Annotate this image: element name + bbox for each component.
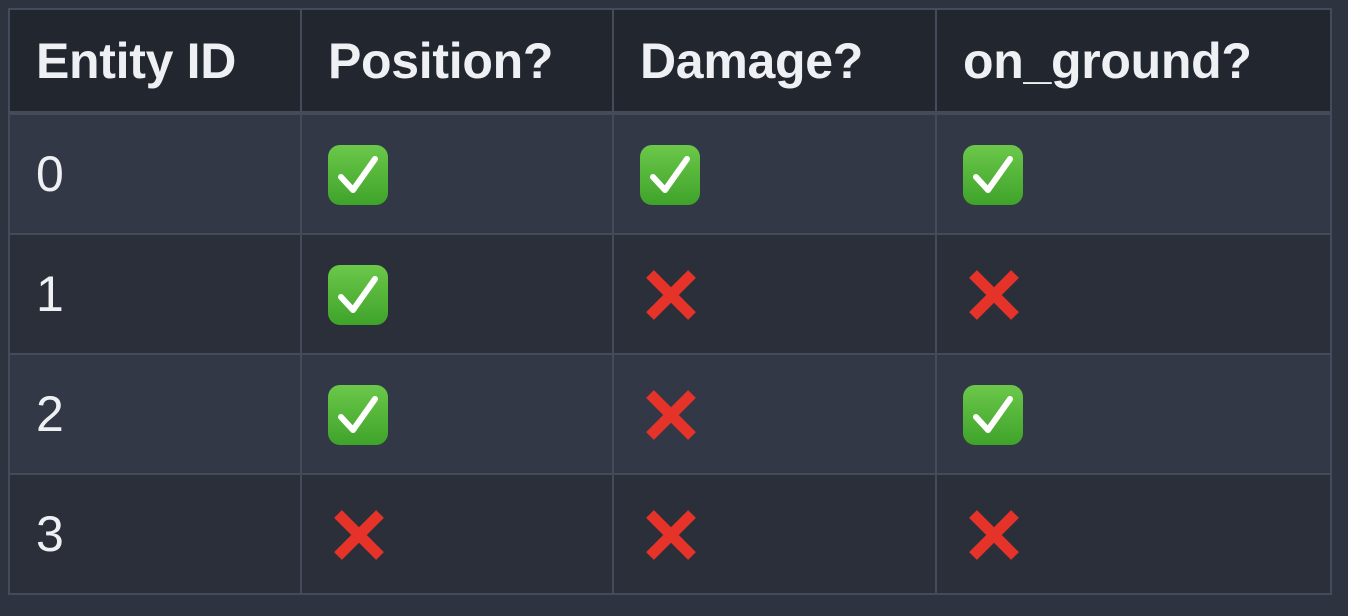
table-container: Entity ID Position? Damage? on_ground? 0… — [8, 8, 1332, 595]
damage-cell — [612, 233, 937, 355]
on-ground-cell — [935, 233, 1332, 355]
table-row: 0 — [8, 112, 1332, 235]
check-mark-icon — [640, 145, 700, 206]
header-entity-id: Entity ID — [8, 8, 302, 115]
cross-mark-icon — [963, 264, 1025, 326]
cross-mark-icon — [640, 384, 702, 446]
entity-id-cell: 3 — [8, 473, 302, 595]
entity-id-cell: 0 — [8, 112, 302, 235]
check-mark-icon — [328, 145, 388, 206]
damage-cell — [612, 353, 937, 475]
position-cell — [300, 112, 614, 235]
check-mark-icon — [328, 385, 388, 446]
on-ground-cell — [935, 473, 1332, 595]
header-row: Entity ID Position? Damage? on_ground? — [8, 8, 1332, 115]
position-cell — [300, 233, 614, 355]
cross-mark-icon — [640, 264, 702, 326]
table-row: 2 — [8, 353, 1332, 475]
entity-id-cell: 1 — [8, 233, 302, 355]
position-cell — [300, 473, 614, 595]
table-row: 1 — [8, 233, 1332, 355]
header-on-ground: on_ground? — [935, 8, 1332, 115]
header-position: Position? — [300, 8, 614, 115]
on-ground-cell — [935, 112, 1332, 235]
table-row: 3 — [8, 473, 1332, 595]
entity-component-table: Entity ID Position? Damage? on_ground? 0… — [8, 8, 1332, 595]
damage-cell — [612, 112, 937, 235]
check-mark-icon — [963, 145, 1023, 206]
header-damage: Damage? — [612, 8, 937, 115]
cross-mark-icon — [328, 504, 390, 566]
cross-mark-icon — [963, 504, 1025, 566]
position-cell — [300, 353, 614, 475]
check-mark-icon — [963, 385, 1023, 446]
entity-id-cell: 2 — [8, 353, 302, 475]
on-ground-cell — [935, 353, 1332, 475]
cross-mark-icon — [640, 504, 702, 566]
check-mark-icon — [328, 265, 388, 326]
damage-cell — [612, 473, 937, 595]
